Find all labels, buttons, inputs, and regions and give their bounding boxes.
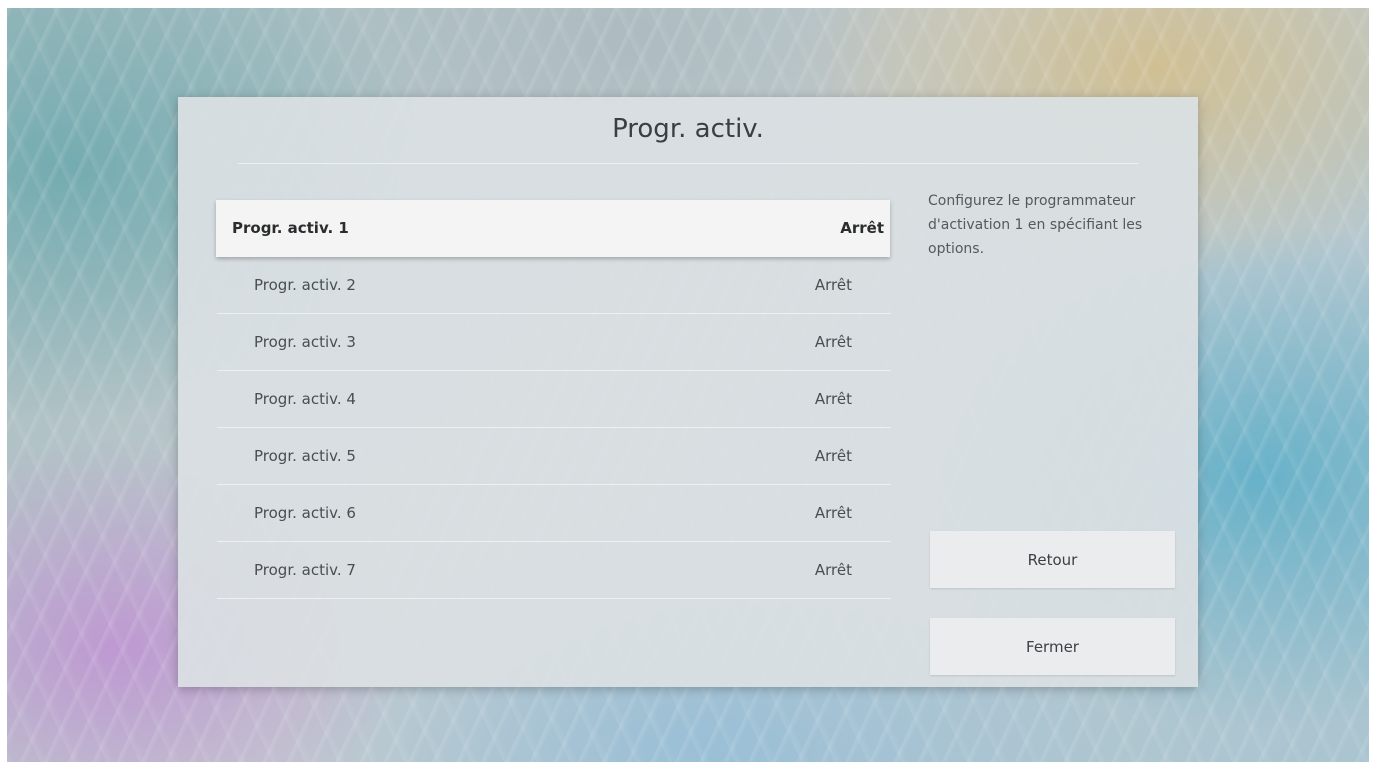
timer-item-label: Progr. activ. 5 — [254, 447, 356, 465]
back-button[interactable]: Retour — [930, 531, 1175, 588]
timer-item-value: Arrêt — [840, 219, 884, 237]
timer-item-value: Arrêt — [814, 561, 852, 579]
dialog-title: Progr. activ. — [612, 114, 764, 144]
close-button[interactable]: Fermer — [930, 618, 1175, 675]
timer-item-label: Progr. activ. 3 — [254, 333, 356, 351]
timer-item-value: Arrêt — [814, 390, 852, 408]
timer-item-1[interactable]: Progr. activ. 1 Arrêt — [216, 200, 890, 257]
timer-item-value: Arrêt — [814, 333, 852, 351]
help-description: Configurez le programmateur d'activation… — [928, 193, 1143, 257]
timer-item-2[interactable]: Progr. activ. 2 Arrêt — [217, 257, 891, 314]
timer-item-value: Arrêt — [814, 447, 852, 465]
timer-item-label: Progr. activ. 4 — [254, 390, 356, 408]
timer-item-4[interactable]: Progr. activ. 4 Arrêt — [217, 371, 891, 428]
timer-item-7[interactable]: Progr. activ. 7 Arrêt — [217, 542, 891, 599]
title-divider — [238, 163, 1138, 164]
timer-item-label: Progr. activ. 2 — [254, 276, 356, 294]
timer-item-value: Arrêt — [814, 276, 852, 294]
timer-item-label: Progr. activ. 1 — [232, 219, 349, 237]
timer-item-label: Progr. activ. 7 — [254, 561, 356, 579]
timer-item-value: Arrêt — [814, 504, 852, 522]
timer-item-6[interactable]: Progr. activ. 6 Arrêt — [217, 485, 891, 542]
on-timer-dialog: Progr. activ. Progr. activ. 1 Arrêt Prog… — [178, 97, 1198, 687]
timer-item-label: Progr. activ. 6 — [254, 504, 356, 522]
timer-list: Progr. activ. 1 Arrêt Progr. activ. 2 Ar… — [216, 200, 891, 599]
tv-screen: Progr. activ. Progr. activ. 1 Arrêt Prog… — [7, 8, 1369, 762]
timer-item-3[interactable]: Progr. activ. 3 Arrêt — [217, 314, 891, 371]
timer-item-5[interactable]: Progr. activ. 5 Arrêt — [217, 428, 891, 485]
